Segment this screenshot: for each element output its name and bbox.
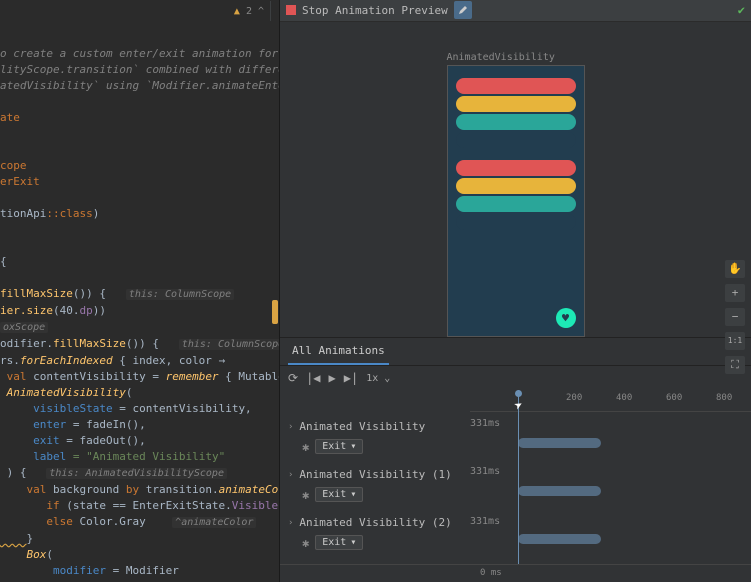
track-group-2: › Animated Visibility (2) ✱ Exit▾ <box>288 512 462 552</box>
hints-icon[interactable]: ^ <box>258 6 264 17</box>
heart-icon: ♥ <box>562 311 569 325</box>
stripe-0 <box>456 78 576 94</box>
zoom-reset-button[interactable]: 1:1 <box>725 332 745 350</box>
track-header-0[interactable]: › Animated Visibility <box>288 416 462 437</box>
bar-1 <box>518 486 601 496</box>
preview-canvas[interactable]: AnimatedVisibility ♥ ✋ + − 1:1 ⛶ <box>280 22 751 337</box>
stop-icon[interactable] <box>286 5 296 15</box>
device-frame: AnimatedVisibility ♥ <box>447 52 585 337</box>
track-header-1[interactable]: › Animated Visibility (1) <box>288 464 462 485</box>
check-icon: ✔ <box>738 3 745 17</box>
track-group-0: › Animated Visibility ✱ Exit▾ <box>288 416 462 456</box>
chevron-right-icon: › <box>288 518 293 528</box>
device-label: AnimatedVisibility <box>447 52 585 63</box>
track-name-0: Animated Visibility <box>299 420 425 433</box>
stripe-6 <box>456 196 576 212</box>
scrollbar-thumb[interactable] <box>272 300 278 324</box>
footer-ruler: 0 ms <box>280 564 751 582</box>
fab-heart[interactable]: ♥ <box>556 308 576 328</box>
track-group-1: › Animated Visibility (1) ✱ Exit▾ <box>288 464 462 504</box>
animation-panel: All Animations ⟳ |◀ ▶ ▶| 1x ⌄ › Animated … <box>280 337 751 582</box>
preview-pane: Stop Animation Preview ✔ AnimatedVisibil… <box>280 0 751 582</box>
stripe-4 <box>456 160 576 176</box>
separator <box>270 1 271 21</box>
pan-button[interactable]: ✋ <box>725 260 745 278</box>
tick: 800 <box>716 393 732 403</box>
stripe-5 <box>456 178 576 194</box>
track-label-column: › Animated Visibility ✱ Exit▾ › Animated Vi… <box>280 390 470 564</box>
track-header-2[interactable]: › Animated Visibility (2) <box>288 512 462 533</box>
chevron-right-icon: › <box>288 422 293 432</box>
tick: 400 <box>616 393 632 403</box>
preview-toolbar: Stop Animation Preview ✔ <box>280 0 751 22</box>
device-body: ♥ <box>447 65 585 337</box>
zoom-in-button[interactable]: + <box>725 284 745 302</box>
stripe-2 <box>456 114 576 130</box>
code-editor-pane: ▲ 2 ^ o create a custom enter/exit anima… <box>0 0 280 582</box>
track-name-1: Animated Visibility (1) <box>299 468 451 481</box>
duration-2: 331ms <box>470 516 500 527</box>
reset-button[interactable]: ⟳ <box>288 371 298 385</box>
editor-inspection-header: ▲ 2 ^ <box>0 0 279 22</box>
tick: 200 <box>566 393 582 403</box>
freeze-icon[interactable]: ✱ <box>302 440 309 454</box>
preview-side-tools: ✋ + − 1:1 ⛶ <box>725 260 745 374</box>
stripe-7 <box>456 214 576 230</box>
warning-count: 2 <box>246 6 252 17</box>
timeline-canvas[interactable]: 200 400 600 800 1000 ➤ 331ms 331ms 331ms <box>470 390 751 564</box>
stripe-3 <box>456 132 576 148</box>
duration-1: 331ms <box>470 466 500 477</box>
chevron-right-icon: › <box>288 470 293 480</box>
bar-2 <box>518 534 601 544</box>
code-text-area[interactable]: o create a custom enter/exit animation f… <box>0 22 279 582</box>
preview-title: Stop Animation Preview <box>302 4 448 17</box>
tab-all-animations[interactable]: All Animations <box>288 338 389 365</box>
chevron-down-icon: ▾ <box>350 441 356 452</box>
edit-button[interactable] <box>454 1 472 19</box>
expand-button[interactable]: ⛶ <box>725 356 745 374</box>
playhead-time: 0 ms <box>480 568 502 578</box>
go-end-button[interactable]: ▶| <box>344 371 358 385</box>
track-name-2: Animated Visibility (2) <box>299 516 451 529</box>
state-select-2[interactable]: Exit▾ <box>315 535 363 550</box>
play-button[interactable]: ▶ <box>329 371 336 385</box>
speed-selector[interactable]: 1x ⌄ <box>366 373 390 384</box>
duration-0: 331ms <box>470 418 500 429</box>
tick: 600 <box>666 393 682 403</box>
animation-tabs: All Animations <box>280 338 751 366</box>
zoom-out-button[interactable]: − <box>725 308 745 326</box>
bar-0 <box>518 438 601 448</box>
freeze-icon[interactable]: ✱ <box>302 488 309 502</box>
freeze-icon[interactable]: ✱ <box>302 536 309 550</box>
stripe-1 <box>456 96 576 112</box>
chevron-down-icon: ▾ <box>350 537 356 548</box>
animation-controls: ⟳ |◀ ▶ ▶| 1x ⌄ <box>280 366 751 390</box>
timeline: › Animated Visibility ✱ Exit▾ › Animated Vi… <box>280 390 751 564</box>
chevron-down-icon: ▾ <box>350 489 356 500</box>
state-select-1[interactable]: Exit▾ <box>315 487 363 502</box>
go-start-button[interactable]: |◀ <box>306 371 320 385</box>
state-select-0[interactable]: Exit▾ <box>315 439 363 454</box>
warning-icon: ▲ <box>234 6 240 17</box>
